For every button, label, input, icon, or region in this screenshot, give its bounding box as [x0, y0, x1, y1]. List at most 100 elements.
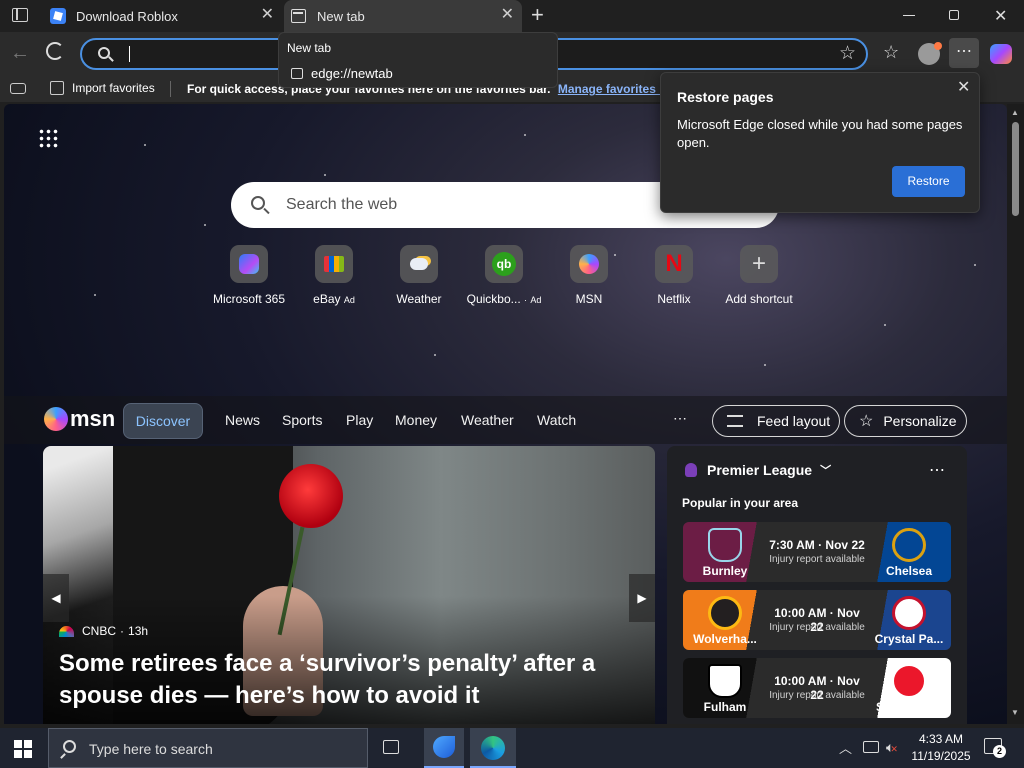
tab-actions-icon[interactable]	[12, 8, 28, 22]
wolves-crest-icon	[708, 596, 742, 630]
minimize-button[interactable]	[903, 15, 915, 16]
injury-note: Injury report available	[769, 554, 865, 565]
shortcut-ebay[interactable]: eBay Ad	[292, 245, 376, 306]
taskbar: Type here to search ︿ 🔈︎✕ 4:33 AM 11/19/…	[0, 728, 1024, 768]
settings-more-button[interactable]: ⋯	[949, 38, 979, 68]
match-time: 7:30 AM · Nov 22	[769, 538, 865, 552]
scroll-down-icon[interactable]: ▼	[1011, 708, 1019, 717]
home-team-bg: Burnley	[683, 522, 767, 582]
premier-league-selector[interactable]: Premier League ﹀	[685, 462, 831, 478]
taskbar-search-placeholder: Type here to search	[89, 741, 213, 757]
vertical-scrollbar[interactable]: ▲ ▼	[1007, 104, 1024, 724]
restore-pages-popup: Restore pages ✕ Microsoft Edge closed wh…	[660, 72, 980, 213]
shortcut-add[interactable]: + Add shortcut	[717, 245, 801, 306]
start-button[interactable]	[14, 740, 32, 758]
shortcut-label: Microsoft 365	[212, 292, 286, 306]
scrollbar-thumb[interactable]	[1012, 122, 1019, 216]
shortcut-weather[interactable]: Weather	[377, 245, 461, 306]
notification-count-badge: 2	[993, 745, 1006, 758]
volume-muted-icon[interactable]: 🔈︎✕	[886, 739, 898, 756]
tab-strip-icon[interactable]	[10, 83, 26, 94]
tooltip-page-icon	[291, 68, 303, 79]
tab-money[interactable]: Money	[395, 412, 437, 428]
sliders-icon	[727, 415, 743, 427]
taskbar-search-box[interactable]: Type here to search	[48, 728, 368, 768]
restore-popup-message: Microsoft Edge closed while you had some…	[677, 117, 963, 150]
sparkle-icon: ☆	[859, 413, 874, 430]
ad-badge: Ad	[343, 295, 355, 305]
system-clock[interactable]: 4:33 AM 11/19/2025	[906, 731, 976, 765]
tab-new-tab[interactable]: New tab ✕	[284, 0, 522, 32]
tab-tooltip: New tab edge://newtab	[278, 32, 558, 88]
favorites-icon[interactable]: ☆	[883, 42, 899, 63]
chevron-down-icon: ﹀	[820, 465, 832, 477]
shortcut-label: Weather	[396, 292, 442, 306]
restore-button[interactable]: Restore	[892, 166, 965, 197]
netflix-icon: N	[655, 245, 693, 283]
tab-download-roblox[interactable]: Download Roblox ✕	[42, 0, 282, 32]
match-card[interactable]: Wolverha... 10:00 AM · Nov 22 Injury rep…	[683, 590, 951, 650]
search-icon-handle	[263, 207, 270, 215]
profile-badge-icon	[934, 42, 942, 50]
import-favorites-label: Import favorites	[72, 81, 155, 95]
carousel-prev-button[interactable]: ◀	[43, 574, 69, 622]
apps-launcher-icon[interactable]	[38, 128, 58, 148]
cnbc-logo-icon	[59, 625, 74, 637]
tooltip-title: New tab	[287, 41, 332, 55]
article-headline[interactable]: Some retirees face a ‘survivor’s penalty…	[59, 648, 599, 712]
match-card[interactable]: Fulham 10:00 AM · Nov 22 Injury report a…	[683, 658, 951, 718]
close-window-button[interactable]: ✕	[994, 6, 1007, 26]
taskbar-edge-icon[interactable]	[470, 728, 516, 768]
tab-close-icon[interactable]: ✕	[501, 7, 514, 23]
tab-play[interactable]: Play	[346, 412, 373, 428]
home-team-bg: Wolverha...	[683, 590, 767, 650]
shortcut-msn[interactable]: MSN	[547, 245, 631, 306]
show-hidden-icons-icon[interactable]: ︿	[839, 738, 852, 757]
more-nav-button[interactable]: ⋯	[673, 410, 687, 427]
taskbar-app-swan-icon[interactable]	[424, 728, 464, 768]
web-search-placeholder[interactable]: Search the web	[286, 196, 397, 214]
shortcut-microsoft-365[interactable]: Microsoft 365	[207, 245, 291, 306]
tab-close-icon[interactable]: ✕	[261, 7, 274, 23]
away-team-name: Crystal Pa...	[874, 632, 944, 646]
tab-weather[interactable]: Weather	[461, 412, 514, 428]
chelsea-crest-icon	[892, 528, 926, 562]
copilot-icon[interactable]	[990, 44, 1012, 64]
task-view-icon[interactable]	[383, 740, 399, 754]
shortcut-label: eBay	[313, 292, 341, 306]
msn-logo[interactable]: msn	[44, 406, 115, 432]
network-icon[interactable]	[863, 741, 879, 753]
personalize-button[interactable]: ☆ Personalize	[844, 405, 967, 437]
carousel-next-button[interactable]: ▶	[629, 574, 655, 622]
profile-avatar[interactable]	[918, 42, 942, 65]
notification-center-icon[interactable]: 2	[984, 738, 1006, 758]
tab-discover[interactable]: Discover	[123, 403, 203, 439]
import-icon	[50, 81, 64, 95]
scroll-up-icon[interactable]: ▲	[1011, 108, 1019, 117]
sports-more-button[interactable]: ⋯	[929, 460, 945, 480]
home-team-name: Fulham	[703, 700, 747, 714]
popup-close-icon[interactable]: ✕	[957, 77, 970, 97]
refresh-icon[interactable]	[46, 42, 64, 60]
tab-sports[interactable]: Sports	[282, 412, 322, 428]
shortcut-netflix[interactable]: N Netflix	[632, 245, 716, 306]
new-tab-button[interactable]: +	[531, 3, 544, 27]
plus-icon: +	[740, 245, 778, 283]
premier-league-icon	[685, 463, 697, 477]
match-card[interactable]: Burnley 7:30 AM · Nov 22 Injury report a…	[683, 522, 951, 582]
tab-watch[interactable]: Watch	[537, 412, 576, 428]
restore-window-button[interactable]	[949, 10, 959, 20]
fulham-crest-icon	[708, 664, 742, 698]
feed-layout-button[interactable]: Feed layout	[712, 405, 840, 437]
restore-popup-title: Restore pages	[677, 89, 774, 105]
tab-news[interactable]: News	[225, 412, 260, 428]
shortcut-label: Netflix	[657, 292, 691, 306]
shortcut-quickbooks[interactable]: qb Quickbo... · Ad	[462, 245, 546, 306]
import-favorites-button[interactable]: Import favorites	[50, 81, 155, 95]
back-icon[interactable]: ←	[10, 42, 30, 65]
favorite-star-icon[interactable]: ☆	[839, 42, 856, 65]
hero-article-card[interactable]: ◀ ▶ CNBC · 13h Some retirees face a ‘sur…	[43, 446, 655, 724]
sports-subtitle: Popular in your area	[682, 496, 799, 510]
burnley-crest-icon	[708, 528, 742, 562]
quickbooks-icon: qb	[485, 245, 523, 283]
